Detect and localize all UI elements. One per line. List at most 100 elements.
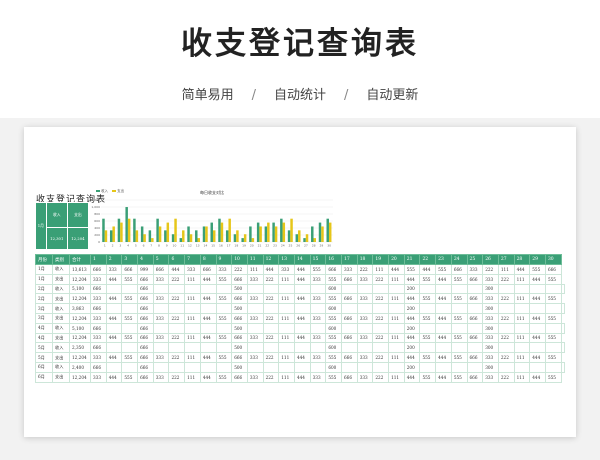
table-cell[interactable] xyxy=(497,303,515,314)
table-cell[interactable]: 12,204 xyxy=(69,293,91,305)
table-cell[interactable]: 200 xyxy=(403,322,421,334)
table-cell[interactable]: 111 xyxy=(388,371,405,383)
table-cell[interactable] xyxy=(497,283,515,295)
table-cell[interactable]: 555 xyxy=(325,371,342,383)
table-cell[interactable] xyxy=(121,303,139,314)
table-cell[interactable] xyxy=(372,361,390,373)
table-cell[interactable]: 555 xyxy=(450,352,468,363)
table-cell[interactable] xyxy=(497,342,515,354)
table-cell[interactable] xyxy=(388,342,405,354)
table-cell[interactable]: 222 xyxy=(168,352,186,363)
table-cell[interactable]: 600 xyxy=(325,361,342,373)
table-cell[interactable]: 222 xyxy=(356,264,374,275)
table-cell[interactable]: 444 xyxy=(293,273,311,285)
table-cell[interactable]: 222 xyxy=(497,312,515,324)
table-cell[interactable] xyxy=(450,283,468,295)
table-cell[interactable]: 333 xyxy=(90,273,107,285)
table-cell[interactable] xyxy=(215,322,233,334)
table-cell[interactable]: 555 xyxy=(121,273,139,285)
table-cell[interactable]: 555 xyxy=(215,273,233,285)
table-cell[interactable]: 2月 xyxy=(35,293,53,305)
table-cell[interactable] xyxy=(388,283,405,295)
table-cell[interactable]: 111 xyxy=(513,273,531,285)
table-cell[interactable] xyxy=(466,303,484,314)
table-cell[interactable] xyxy=(309,342,327,354)
table-cell[interactable]: 555 xyxy=(121,312,139,324)
table-cell[interactable]: 555 xyxy=(450,332,468,344)
table-cell[interactable]: 555 xyxy=(435,264,452,275)
table-cell[interactable]: 666 xyxy=(341,371,358,383)
table-cell[interactable]: 444 xyxy=(529,312,546,324)
table-cell[interactable]: 111 xyxy=(513,312,531,324)
table-cell[interactable]: 200 xyxy=(403,342,421,354)
table-cell[interactable] xyxy=(278,361,295,373)
table-cell[interactable]: 555 xyxy=(419,312,437,324)
table-cell[interactable] xyxy=(309,361,327,373)
table-cell[interactable]: 1月 xyxy=(35,264,53,275)
table-cell[interactable]: 111 xyxy=(388,273,405,285)
table-cell[interactable]: 333 xyxy=(482,332,499,344)
table-cell[interactable] xyxy=(341,361,358,373)
table-cell[interactable]: 333 xyxy=(466,264,484,275)
table-cell[interactable]: 555 xyxy=(403,264,421,275)
table-cell[interactable]: 支出 xyxy=(52,352,70,363)
table-cell[interactable]: 666 xyxy=(90,283,107,295)
table-cell[interactable]: 666 xyxy=(137,361,154,373)
table-cell[interactable] xyxy=(544,361,562,373)
table-cell[interactable] xyxy=(121,361,139,373)
table-cell[interactable] xyxy=(529,283,546,295)
table-cell[interactable]: 444 xyxy=(293,293,311,305)
table-cell[interactable]: 444 xyxy=(435,332,452,344)
table-cell[interactable]: 666 xyxy=(199,264,217,275)
table-cell[interactable] xyxy=(278,283,295,295)
table-cell[interactable]: 111 xyxy=(278,312,295,324)
table-cell[interactable]: 666 xyxy=(466,293,484,305)
table-cell[interactable]: 333 xyxy=(246,332,264,344)
table-cell[interactable]: 333 xyxy=(356,352,374,363)
table-cell[interactable]: 333 xyxy=(482,371,499,383)
table-cell[interactable]: 555 xyxy=(544,371,562,383)
table-cell[interactable] xyxy=(372,283,390,295)
table-cell[interactable]: 444 xyxy=(105,371,123,383)
table-cell[interactable] xyxy=(388,361,405,373)
table-cell[interactable]: 555 xyxy=(325,312,342,324)
table-cell[interactable]: 444 xyxy=(105,273,123,285)
table-cell[interactable]: 2,350 xyxy=(69,342,91,354)
table-cell[interactable]: 444 xyxy=(529,293,546,305)
table-cell[interactable]: 600 xyxy=(325,303,342,314)
table-cell[interactable]: 222 xyxy=(372,293,390,305)
table-cell[interactable]: 222 xyxy=(497,273,515,285)
table-cell[interactable]: 444 xyxy=(403,312,421,324)
table-cell[interactable]: 444 xyxy=(293,332,311,344)
table-cell[interactable] xyxy=(513,283,531,295)
table-cell[interactable]: 444 xyxy=(105,312,123,324)
table-cell[interactable]: 333 xyxy=(246,352,264,363)
table-cell[interactable]: 333 xyxy=(152,273,170,285)
table-cell[interactable]: 333 xyxy=(309,312,327,324)
table-cell[interactable]: 111 xyxy=(278,352,295,363)
table-cell[interactable] xyxy=(105,361,123,373)
table-cell[interactable]: 444 xyxy=(403,332,421,344)
table-cell[interactable]: 200 xyxy=(403,303,421,314)
table-cell[interactable]: 333 xyxy=(356,312,374,324)
table-cell[interactable]: 600 xyxy=(325,283,342,295)
table-cell[interactable]: 666 xyxy=(466,352,484,363)
table-cell[interactable]: 3,863 xyxy=(69,303,91,314)
table-cell[interactable] xyxy=(544,322,562,334)
table-cell[interactable]: 555 xyxy=(121,293,139,305)
table-cell[interactable]: 222 xyxy=(497,332,515,344)
table-cell[interactable]: 666 xyxy=(90,361,107,373)
table-cell[interactable]: 111 xyxy=(388,352,405,363)
table-cell[interactable] xyxy=(497,322,515,334)
table-cell[interactable] xyxy=(168,283,186,295)
table-cell[interactable] xyxy=(341,283,358,295)
table-cell[interactable]: 555 xyxy=(544,352,562,363)
table-cell[interactable]: 333 xyxy=(482,312,499,324)
table-cell[interactable]: 222 xyxy=(372,332,390,344)
table-cell[interactable] xyxy=(152,361,170,373)
table-cell[interactable]: 111 xyxy=(388,312,405,324)
table-cell[interactable] xyxy=(450,303,468,314)
table-cell[interactable] xyxy=(356,342,374,354)
table-cell[interactable]: 666 xyxy=(152,264,170,275)
table-cell[interactable] xyxy=(199,342,217,354)
